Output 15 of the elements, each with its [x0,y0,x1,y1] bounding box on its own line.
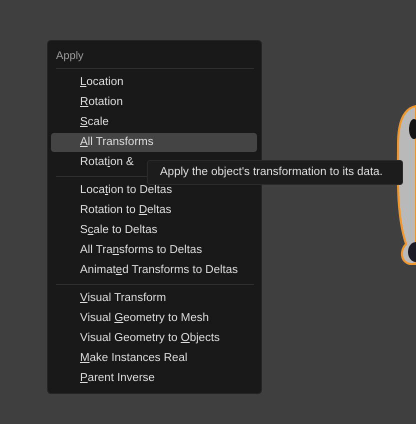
menu-item[interactable]: Visual Geometry to Mesh [51,309,257,328]
menu-item[interactable]: Visual Geometry to Objects [51,329,257,348]
menu-item[interactable]: All Transforms to Deltas [51,241,257,260]
menu-item[interactable]: Scale to Deltas [51,221,257,240]
menu-item[interactable]: Rotation [51,93,257,112]
menu-item[interactable]: Scale [51,113,257,132]
tooltip: Apply the object's transformation to its data. [147,160,403,185]
menu-title: Apply [55,49,85,64]
menu-item[interactable]: Animated Transforms to Deltas [51,261,257,280]
menu-item[interactable]: Make Instances Real [51,349,257,368]
menu-item[interactable]: Location [51,73,257,92]
menu-item[interactable]: Rotation to Deltas [51,201,257,220]
menu-item[interactable]: Visual Transform [51,289,257,308]
menu-item[interactable]: All Transforms [51,133,257,152]
menu-item[interactable]: Parent Inverse [51,369,257,388]
